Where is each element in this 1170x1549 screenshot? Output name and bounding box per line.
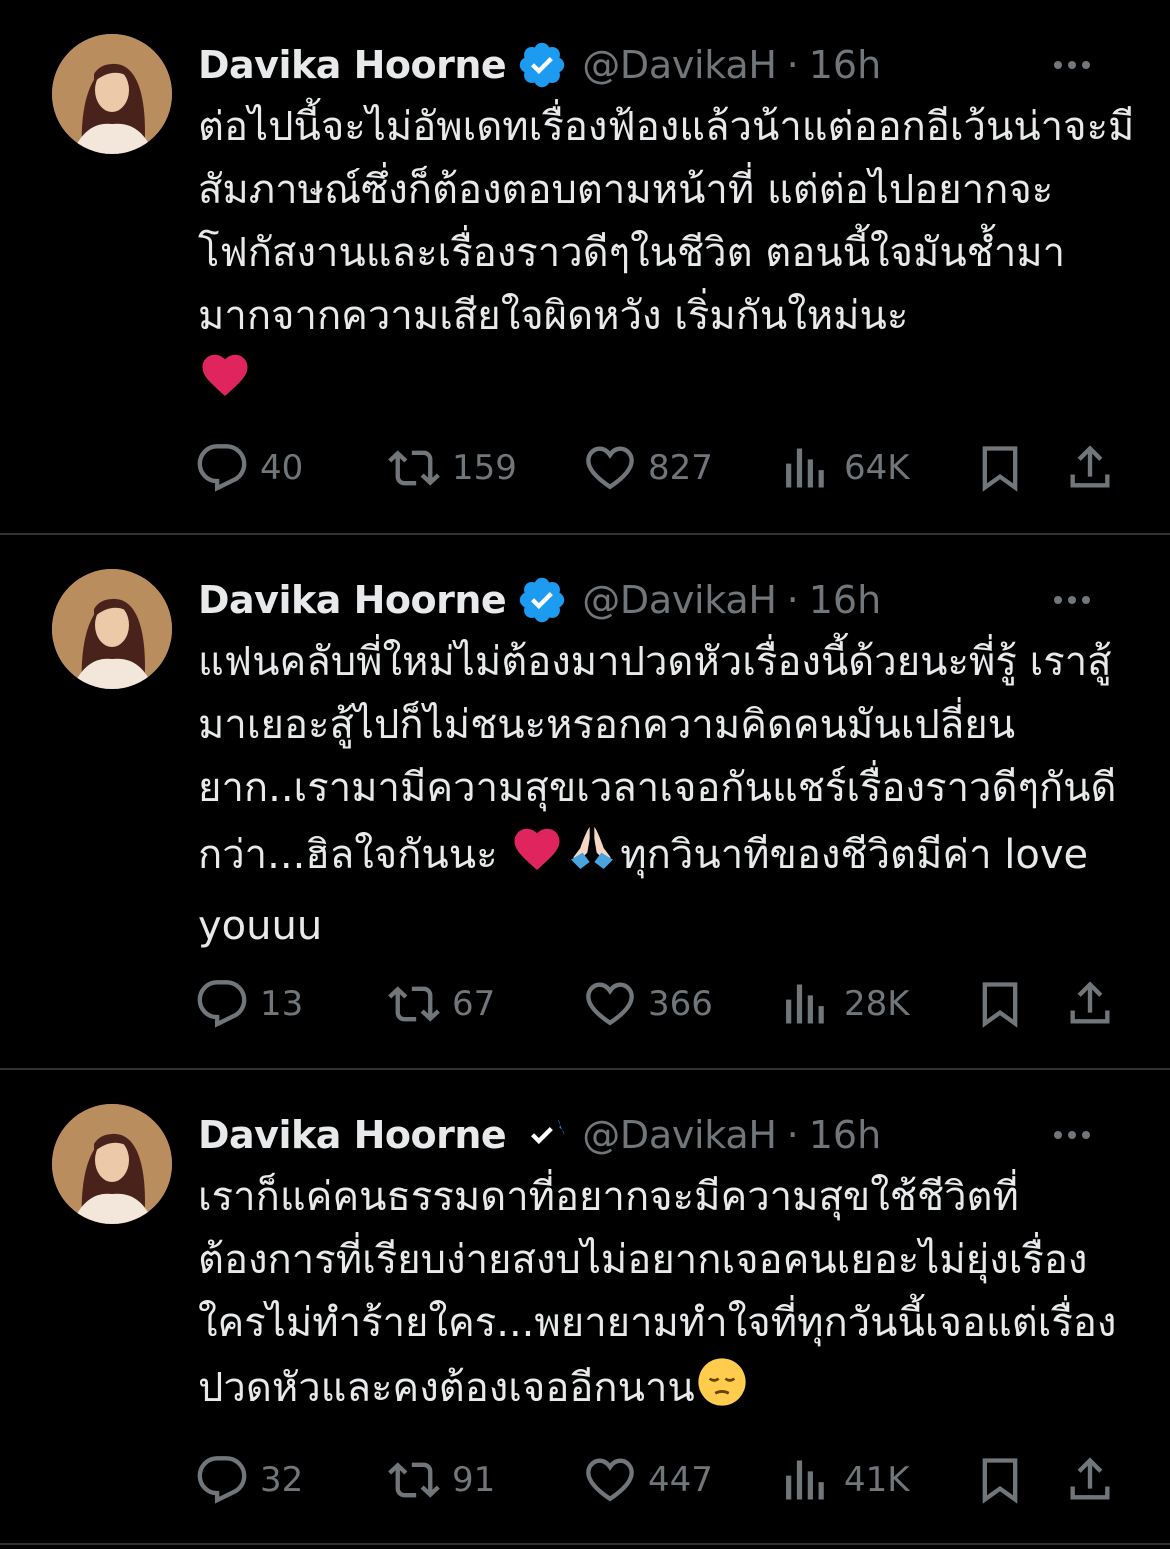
like-icon bbox=[586, 446, 634, 490]
tweet-text: เราก็แค่คนธรรมดาที่อยากจะมีความสุขใช้ชีว… bbox=[198, 1166, 1138, 1428]
views-button[interactable]: 28K bbox=[780, 978, 910, 1030]
tweet-text-content: ต่อไปนี้จะไม่อัพเดทเรื่องฟ้องแล้วน้าแต่อ… bbox=[198, 104, 1135, 339]
tweet-text: ต่อไปนี้จะไม่อัพเดทเรื่องฟ้องแล้วน้าแต่อ… bbox=[198, 96, 1138, 421]
timestamp[interactable]: 16h bbox=[809, 1113, 881, 1157]
like-count: 827 bbox=[648, 448, 713, 488]
like-icon bbox=[586, 1458, 634, 1502]
verified-badge-icon bbox=[520, 577, 565, 623]
timeline: Davika Hoorne @DavikaH · 16h ต่อไปนี้จะไ… bbox=[0, 0, 1170, 1549]
timestamp[interactable]: 16h bbox=[809, 43, 881, 87]
reply-count: 13 bbox=[260, 984, 304, 1024]
tweet[interactable]: Davika Hoorne @DavikaH · 16h เราก็แค่คนธ… bbox=[0, 1070, 1170, 1545]
author-name[interactable]: Davika Hoorne bbox=[198, 1113, 507, 1157]
reply-button[interactable]: 40 bbox=[196, 442, 303, 494]
separator: · bbox=[786, 578, 799, 622]
retweet-icon bbox=[388, 986, 440, 1022]
views-icon bbox=[786, 448, 824, 488]
bookmark-icon bbox=[982, 982, 1018, 1028]
reply-count: 32 bbox=[260, 1460, 304, 1500]
like-icon bbox=[586, 982, 634, 1026]
more-icon[interactable] bbox=[1042, 1110, 1102, 1160]
tweet-header: Davika Hoorne @DavikaH · 16h bbox=[198, 40, 1130, 90]
bookmark-icon bbox=[982, 446, 1018, 492]
retweet-icon bbox=[388, 450, 440, 486]
views-button[interactable]: 41K bbox=[780, 1454, 910, 1506]
separator: · bbox=[786, 43, 799, 87]
more-icon[interactable] bbox=[1042, 575, 1102, 625]
reply-icon bbox=[197, 444, 247, 492]
like-button[interactable]: 827 bbox=[584, 442, 713, 494]
view-count: 41K bbox=[844, 1460, 910, 1500]
reply-count: 40 bbox=[260, 448, 304, 488]
bookmark-button[interactable] bbox=[974, 978, 1026, 1030]
bookmark-button[interactable] bbox=[974, 442, 1026, 494]
retweet-button[interactable]: 67 bbox=[388, 978, 495, 1030]
verified-badge-icon bbox=[531, 1119, 565, 1145]
share-icon bbox=[1070, 445, 1110, 488]
view-count: 64K bbox=[844, 448, 910, 488]
share-button[interactable] bbox=[1064, 442, 1116, 494]
retweet-button[interactable]: 159 bbox=[388, 442, 517, 494]
retweet-icon bbox=[388, 1462, 440, 1498]
tweet[interactable]: Davika Hoorne @DavikaH · 16h แฟนคลับพี่ใ… bbox=[0, 535, 1170, 1070]
author-handle[interactable]: @DavikaH bbox=[582, 578, 777, 622]
view-count: 28K bbox=[844, 984, 910, 1024]
avatar[interactable] bbox=[52, 34, 172, 154]
reply-button[interactable]: 32 bbox=[196, 1454, 303, 1506]
like-button[interactable]: 447 bbox=[584, 1454, 713, 1506]
views-icon bbox=[786, 1460, 824, 1500]
tweet-header: Davika Hoorne @DavikaH · 16h bbox=[198, 575, 1130, 625]
action-bar: 32 91 447 41K bbox=[196, 1450, 1114, 1510]
more-icon[interactable] bbox=[1042, 40, 1102, 90]
share-icon bbox=[1070, 981, 1110, 1024]
tweet-header: Davika Hoorne @DavikaH · 16h bbox=[198, 1110, 1130, 1160]
views-icon bbox=[786, 984, 824, 1024]
reply-icon bbox=[197, 980, 247, 1028]
verified-badge-icon bbox=[520, 42, 565, 88]
pensive-emoji bbox=[695, 1355, 749, 1428]
reply-icon bbox=[197, 1456, 247, 1504]
bookmark-button[interactable] bbox=[974, 1454, 1026, 1506]
avatar[interactable] bbox=[52, 1104, 172, 1224]
like-count: 366 bbox=[648, 984, 713, 1024]
retweet-button[interactable]: 91 bbox=[388, 1454, 495, 1506]
pray-emoji bbox=[564, 820, 620, 895]
retweet-count: 159 bbox=[452, 448, 517, 488]
retweet-count: 91 bbox=[452, 1460, 496, 1500]
views-button[interactable]: 64K bbox=[780, 442, 910, 494]
author-name[interactable]: Davika Hoorne bbox=[198, 43, 507, 87]
reply-button[interactable]: 13 bbox=[196, 978, 303, 1030]
retweet-count: 67 bbox=[452, 984, 496, 1024]
share-button[interactable] bbox=[1064, 1454, 1116, 1506]
author-name[interactable]: Davika Hoorne bbox=[198, 578, 507, 622]
author-handle[interactable]: @DavikaH bbox=[582, 1113, 777, 1157]
action-bar: 13 67 366 28K bbox=[196, 974, 1114, 1034]
tweet[interactable]: Davika Hoorne @DavikaH · 16h ต่อไปนี้จะไ… bbox=[0, 0, 1170, 535]
like-button[interactable]: 366 bbox=[584, 978, 713, 1030]
heart-emoji bbox=[198, 348, 252, 421]
avatar[interactable] bbox=[52, 569, 172, 689]
bookmark-icon bbox=[982, 1458, 1018, 1504]
like-count: 447 bbox=[648, 1460, 713, 1500]
heart-emoji bbox=[510, 822, 564, 895]
share-button[interactable] bbox=[1064, 978, 1116, 1030]
action-bar: 40 159 827 64K bbox=[196, 438, 1114, 498]
separator: · bbox=[786, 1113, 799, 1157]
timestamp[interactable]: 16h bbox=[809, 578, 881, 622]
share-icon bbox=[1070, 1457, 1110, 1500]
tweet-text-content: เราก็แค่คนธรรมดาที่อยากจะมีความสุขใช้ชีว… bbox=[198, 1174, 1117, 1411]
tweet-text: แฟนคลับพี่ใหม่ไม่ต้องมาปวดหัวเรื่องนี้ด้… bbox=[198, 631, 1138, 958]
author-handle[interactable]: @DavikaH bbox=[582, 43, 777, 87]
